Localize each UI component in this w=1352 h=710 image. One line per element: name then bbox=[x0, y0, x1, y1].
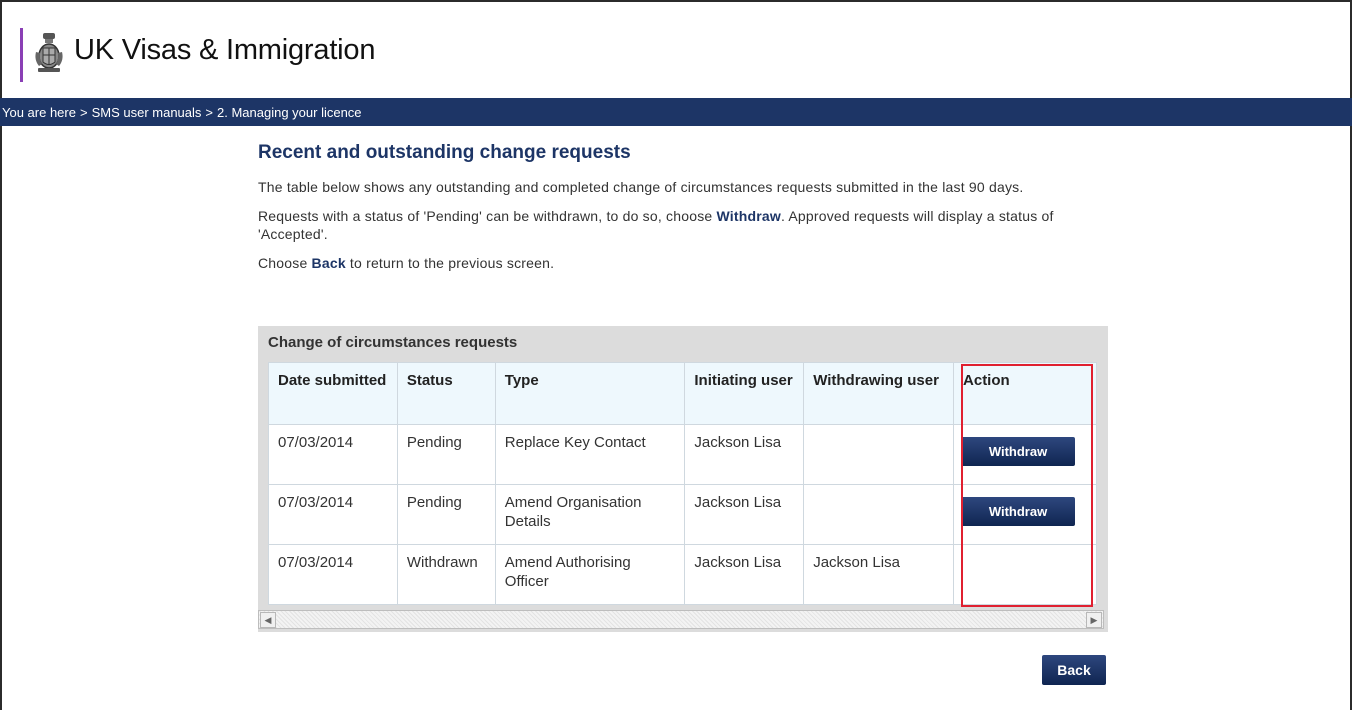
cell-action: Withdraw bbox=[953, 484, 1097, 545]
column-header-action: Action bbox=[953, 362, 1097, 425]
table-row: 07/03/2014 Pending Amend Organisation De… bbox=[268, 484, 1097, 545]
scroll-left-arrow-icon[interactable]: ◀ bbox=[260, 612, 276, 628]
cell-status: Pending bbox=[396, 484, 496, 545]
back-keyword: Back bbox=[311, 255, 346, 271]
panel-title: Change of circumstances requests bbox=[268, 334, 518, 351]
back-button[interactable]: Back bbox=[1042, 655, 1106, 685]
column-header-type: Type bbox=[494, 362, 686, 425]
breadcrumb-link-managing-licence[interactable]: 2. Managing your licence bbox=[217, 105, 362, 120]
main-content: Recent and outstanding change requests T… bbox=[258, 142, 1108, 283]
site-title: UK Visas & Immigration bbox=[74, 34, 376, 66]
breadcrumb-prefix: You are here bbox=[2, 104, 76, 120]
cell-type: Amend Organisation Details bbox=[494, 484, 686, 545]
change-requests-panel: Change of circumstances requests Date su… bbox=[258, 326, 1108, 632]
column-header-date: Date submitted bbox=[268, 362, 398, 425]
intro-paragraph: The table below shows any outstanding an… bbox=[258, 179, 1024, 195]
cell-status: Withdrawn bbox=[396, 544, 496, 605]
cell-type: Amend Authorising Officer bbox=[494, 544, 686, 605]
cell-action: Withdraw bbox=[953, 424, 1097, 485]
cell-initiating-user: Jackson Lisa bbox=[684, 544, 805, 605]
cell-withdrawing-user: Jackson Lisa bbox=[803, 544, 955, 605]
cell-initiating-user: Jackson Lisa bbox=[684, 484, 805, 545]
brand-bar bbox=[20, 28, 23, 82]
breadcrumb-separator: > bbox=[205, 104, 213, 120]
cell-date: 07/03/2014 bbox=[268, 484, 398, 545]
column-header-withdrawing-user: Withdrawing user bbox=[803, 362, 955, 425]
withdraw-keyword: Withdraw bbox=[716, 208, 781, 224]
breadcrumb-link-sms-user-manuals[interactable]: SMS user manuals bbox=[92, 105, 202, 120]
cell-status: Pending bbox=[396, 424, 496, 485]
breadcrumb: You are here > SMS user manuals > 2. Man… bbox=[0, 98, 1352, 126]
cell-type: Replace Key Contact bbox=[494, 424, 686, 485]
column-header-initiating-user: Initiating user bbox=[684, 362, 805, 425]
back-instructions-text: Choose bbox=[258, 255, 312, 271]
cell-withdrawing-user bbox=[803, 484, 955, 545]
breadcrumb-separator: > bbox=[79, 104, 88, 120]
scroll-right-arrow-icon[interactable]: ▶ bbox=[1086, 612, 1102, 628]
table-row: 07/03/2014 Withdrawn Amend Authorising O… bbox=[268, 544, 1097, 605]
site-header: UK Visas & Immigration bbox=[0, 0, 1352, 98]
page-title: Recent and outstanding change requests bbox=[258, 142, 631, 163]
withdraw-instructions-text: Requests with a status of 'Pending' can … bbox=[258, 208, 717, 224]
column-header-status: Status bbox=[396, 362, 496, 425]
cell-withdrawing-user bbox=[803, 424, 955, 485]
table-header-row: Date submitted Status Type Initiating us… bbox=[268, 362, 1097, 425]
cell-initiating-user: Jackson Lisa bbox=[684, 424, 805, 485]
royal-crest-icon bbox=[35, 33, 63, 72]
cell-date: 07/03/2014 bbox=[268, 424, 398, 485]
back-instructions: Choose Back to return to the previous sc… bbox=[258, 254, 1108, 272]
back-instructions-text-end: to return to the previous screen. bbox=[345, 255, 555, 271]
table-row: 07/03/2014 Pending Replace Key Contact J… bbox=[268, 424, 1097, 485]
cell-date: 07/03/2014 bbox=[268, 544, 398, 605]
withdraw-instructions: Requests with a status of 'Pending' can … bbox=[258, 207, 1108, 243]
change-requests-table: Date submitted Status Type Initiating us… bbox=[268, 362, 1097, 605]
horizontal-scrollbar[interactable]: ◀ ▶ bbox=[258, 610, 1104, 629]
cell-action bbox=[953, 544, 1097, 605]
withdraw-button[interactable]: Withdraw bbox=[961, 437, 1076, 466]
withdraw-button[interactable]: Withdraw bbox=[961, 497, 1076, 526]
